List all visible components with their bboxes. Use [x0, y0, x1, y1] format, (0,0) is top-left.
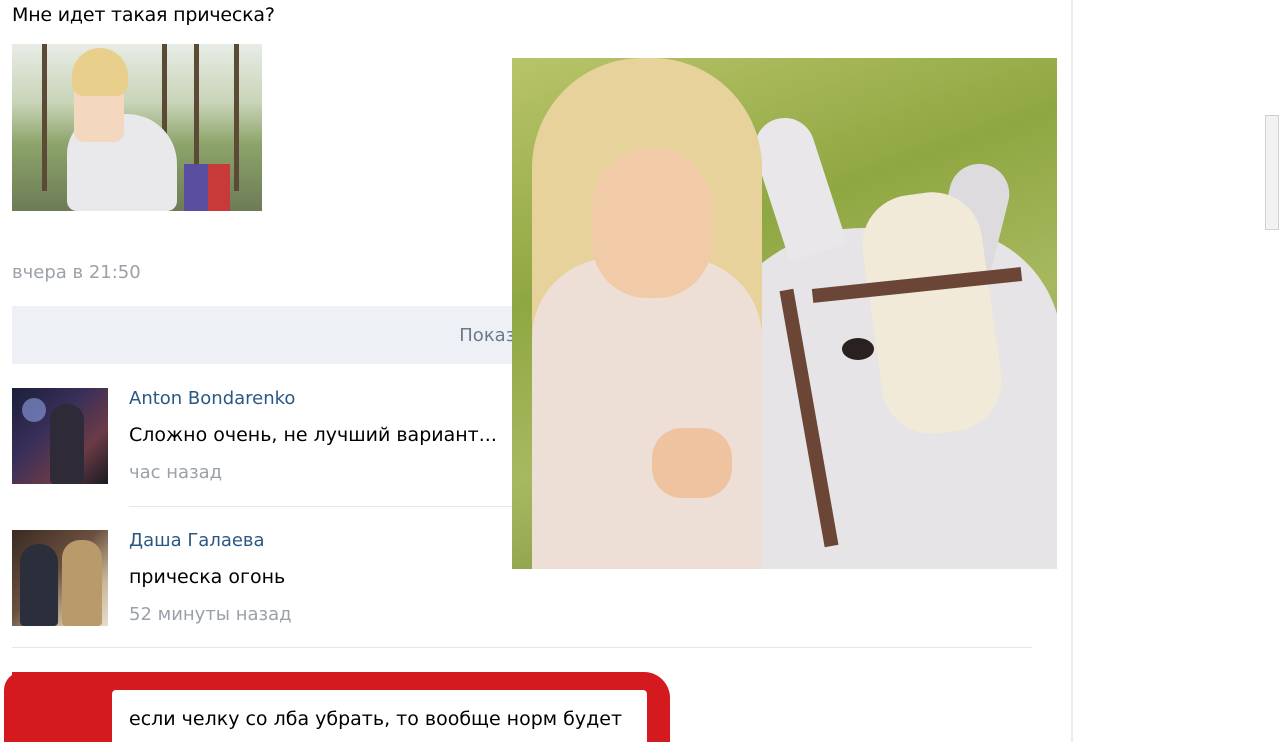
- avatar[interactable]: [12, 388, 108, 484]
- comment-text: прическа огонь: [129, 566, 286, 588]
- comment-author[interactable]: Даша Галаева: [129, 530, 265, 551]
- redacted-avatar: [12, 672, 108, 742]
- divider: [12, 647, 1032, 648]
- post-timestamp[interactable]: вчера в 21:50: [12, 262, 141, 283]
- column-divider: [1071, 0, 1073, 742]
- comment-text: если челку со лба убрать, то вообще норм…: [129, 708, 623, 730]
- comment-timestamp[interactable]: час назад: [129, 462, 222, 483]
- post-text: Мне идет такая прическа?: [12, 4, 275, 26]
- comment-timestamp[interactable]: 52 минуты назад: [129, 604, 292, 625]
- avatar[interactable]: [12, 530, 108, 626]
- post-photo-thumbnail[interactable]: [12, 44, 262, 211]
- comment-author[interactable]: Anton Bondarenko: [129, 388, 295, 409]
- photo-preview-popup[interactable]: [512, 58, 1057, 569]
- scrollbar-thumb[interactable]: [1265, 115, 1279, 230]
- comment-text: Сложно очень, не лучший вариант...: [129, 424, 497, 446]
